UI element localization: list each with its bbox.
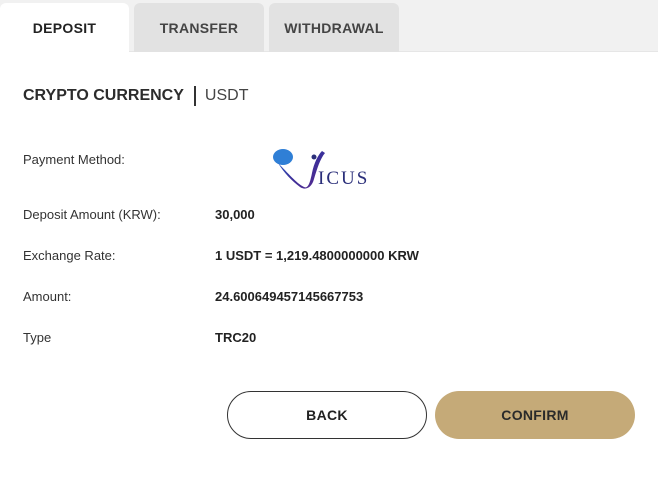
type-label: Type (23, 330, 52, 345)
amount-value: 24.600649457145667753 (215, 289, 364, 304)
vicus-logo-text: ICUS (318, 168, 370, 189)
amount-label: Amount: (23, 289, 72, 304)
deposit-amount-value: 30,000 (215, 207, 255, 222)
tab-transfer[interactable]: TRANSFER (134, 3, 264, 52)
section-heading: CRYPTO CURRENCY USDT (23, 86, 248, 106)
tab-withdrawal[interactable]: WITHDRAWAL (269, 3, 399, 52)
confirm-button[interactable]: CONFIRM (435, 391, 635, 439)
heading-main: CRYPTO CURRENCY (23, 87, 184, 104)
type-value: TRC20 (215, 330, 257, 345)
exchange-rate-value: 1 USDT = 1,219.4800000000 KRW (215, 248, 419, 263)
tab-deposit[interactable]: DEPOSIT (0, 3, 129, 53)
payment-method-label: Payment Method: (23, 152, 125, 167)
tab-bar: DEPOSIT TRANSFER WITHDRAWAL (0, 0, 658, 53)
heading-divider (193, 86, 196, 106)
deposit-amount-label: Deposit Amount (KRW): (23, 207, 161, 222)
back-button[interactable]: BACK (227, 391, 427, 439)
exchange-rate-label: Exchange Rate: (23, 248, 116, 263)
heading-currency: USDT (204, 87, 249, 104)
